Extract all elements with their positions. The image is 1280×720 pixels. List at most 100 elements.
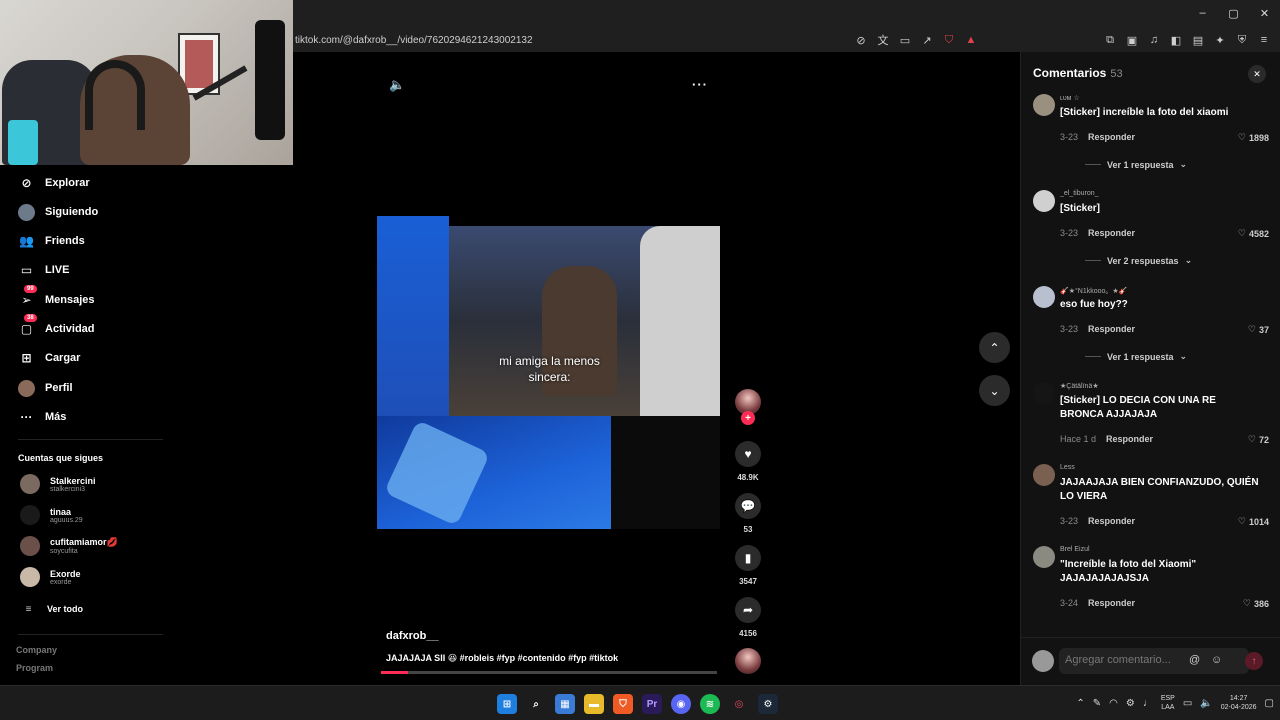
headset-icon[interactable]: ◠ — [1109, 698, 1118, 709]
file-explorer-icon[interactable]: ▬ — [584, 694, 604, 714]
view-replies-button[interactable]: Ver 1 respuesta ⌄ — [1085, 351, 1187, 362]
like-action[interactable]: ♥ 48.9K — [731, 441, 765, 482]
obs-icon[interactable]: ◎ — [729, 694, 749, 714]
premiere-pro-icon[interactable]: Pr — [642, 694, 662, 714]
comment-like-button[interactable]: ♡ 1014 — [1238, 516, 1269, 527]
comment-like-button[interactable]: ♡ 37 — [1248, 324, 1269, 335]
pen-icon[interactable]: ✎ — [1093, 698, 1101, 709]
follow-plus-button[interactable]: + — [741, 411, 755, 425]
following-account[interactable]: cufitamiamor💋 soycufita — [20, 533, 118, 559]
leo-ai-icon[interactable]: ✦ — [1212, 32, 1228, 48]
media-icon[interactable]: ♫ — [1146, 32, 1162, 48]
video-author[interactable]: dafxrob__ — [386, 630, 439, 642]
extensions-icon[interactable]: ⧉ — [1102, 32, 1118, 48]
menu-icon[interactable]: ≡ — [1256, 32, 1272, 48]
comment-like-button[interactable]: ♡ 72 — [1248, 434, 1269, 445]
comment-user[interactable]: ʟᴜᴍ ☆ — [1060, 94, 1080, 102]
emoji-icon[interactable]: ☺ — [1211, 654, 1222, 666]
share-icon[interactable]: ↗ — [919, 32, 935, 48]
following-account[interactable]: Stalkercini stalkercini3 — [20, 471, 96, 497]
more-options-icon[interactable]: ··· — [692, 77, 708, 92]
following-account[interactable]: tinaa aguuus.29 — [20, 502, 83, 528]
brave-rewards-icon[interactable]: ▲ — [963, 32, 979, 48]
sound-avatar[interactable] — [735, 648, 761, 674]
sidebar-item-mensajes[interactable]: ➢ 99 Mensajes — [18, 284, 95, 311]
send-comment-button[interactable]: ↑ — [1245, 652, 1263, 670]
network-icon[interactable]: ▭ — [1183, 698, 1192, 709]
comment-user[interactable]: _el_tiburon_ — [1060, 190, 1099, 197]
heart-icon[interactable]: ♥ — [735, 441, 761, 467]
reply-button[interactable]: Responder — [1088, 228, 1135, 238]
notifications-icon[interactable]: ▢ — [1265, 698, 1274, 709]
minimize-button[interactable]: – — [1187, 0, 1218, 26]
share-action[interactable]: ➦ 4156 — [731, 597, 765, 638]
reply-button[interactable]: Responder — [1106, 434, 1153, 444]
reply-button[interactable]: Responder — [1088, 598, 1135, 608]
photos-app-icon[interactable]: ▦ — [555, 694, 575, 714]
previous-video-button[interactable]: ⌃ — [979, 332, 1010, 363]
comment-user[interactable]: Less — [1060, 464, 1075, 471]
cast-icon[interactable]: ▭ — [897, 32, 913, 48]
steam-tray-icon[interactable]: ⚙ — [1126, 698, 1135, 709]
comment-user[interactable]: ★Çätälïnä★ — [1060, 382, 1099, 390]
screenshot-icon[interactable]: ▣ — [1124, 32, 1140, 48]
sidebar-toggle-icon[interactable]: ◧ — [1168, 32, 1184, 48]
view-replies-button[interactable]: Ver 2 respuestas ⌄ — [1085, 255, 1192, 266]
sidebar-item-friends[interactable]: 👥 Friends — [18, 230, 85, 252]
discord-icon[interactable]: ◉ — [671, 694, 691, 714]
sidebar-item-perfil[interactable]: Perfil — [18, 377, 73, 399]
avatar[interactable] — [1033, 190, 1055, 212]
sidebar-item-cargar[interactable]: ⊞ Cargar — [18, 347, 80, 369]
avatar[interactable] — [1033, 464, 1055, 486]
comment-icon[interactable]: 💬 — [735, 493, 761, 519]
brave-shields-icon[interactable]: ⛉ — [941, 32, 957, 48]
footer-link-program[interactable]: Program — [16, 663, 53, 673]
maximize-button[interactable]: ▢ — [1218, 0, 1249, 26]
steam-icon[interactable]: ⚙ — [758, 694, 778, 714]
comment-like-button[interactable]: ♡ 4582 — [1238, 228, 1269, 239]
view-replies-button[interactable]: Ver 1 respuesta ⌄ — [1085, 159, 1187, 170]
search-icon[interactable]: ⌕ — [526, 694, 546, 714]
next-video-button[interactable]: ⌄ — [979, 375, 1010, 406]
bookmark-icon[interactable]: ▮ — [735, 545, 761, 571]
sidebar-item-actividad[interactable]: ▢ 38 Actividad — [18, 313, 95, 340]
comment-like-button[interactable]: ♡ 1898 — [1238, 132, 1269, 143]
video-player[interactable]: mi amiga la menos sincera: — [377, 208, 720, 538]
video-progress-bar[interactable] — [381, 671, 717, 674]
avatar[interactable] — [1033, 286, 1055, 308]
comment-like-button[interactable]: ♡ 386 — [1243, 598, 1269, 609]
comment-user[interactable]: Brel Eizul — [1060, 546, 1090, 553]
footer-link-company[interactable]: Company — [16, 645, 57, 655]
windows-start-icon[interactable]: ⊞ — [497, 694, 517, 714]
sidebar-item-live[interactable]: ▭ LIVE — [18, 259, 70, 281]
spotify-icon[interactable]: ≋ — [700, 694, 720, 714]
avatar[interactable] — [1033, 94, 1055, 116]
avatar[interactable] — [1033, 546, 1055, 568]
mention-icon[interactable]: @ — [1189, 654, 1200, 666]
reply-button[interactable]: Responder — [1088, 324, 1135, 334]
clock[interactable]: 14:27 02-04-2026 — [1221, 694, 1257, 712]
avatar[interactable] — [1033, 382, 1055, 404]
input-language[interactable]: ESP LAA — [1161, 694, 1175, 712]
save-action[interactable]: ▮ 3547 — [731, 545, 765, 586]
see-all-button[interactable]: ≡ Ver todo — [20, 596, 83, 622]
comment-action[interactable]: 💬 53 — [731, 493, 765, 534]
comment-user[interactable]: 🎸★°N1kkooo。★🎸 — [1060, 286, 1127, 296]
vpn-icon[interactable]: ⛨ — [1234, 32, 1250, 48]
close-window-button[interactable]: ✕ — [1249, 0, 1280, 26]
reply-button[interactable]: Responder — [1088, 516, 1135, 526]
mute-tab-icon[interactable]: ⊘ — [853, 32, 869, 48]
wallet-icon[interactable]: ▤ — [1190, 32, 1206, 48]
close-comments-button[interactable]: ✕ — [1248, 65, 1266, 83]
translate-icon[interactable]: 文 — [875, 32, 891, 48]
volume-tray-icon[interactable]: 🔈 — [1200, 698, 1212, 709]
sidebar-item-siguiendo[interactable]: Siguiendo — [18, 201, 98, 223]
brave-browser-icon[interactable]: ⛉ — [613, 694, 633, 714]
share-arrow-icon[interactable]: ➦ — [735, 597, 761, 623]
address-bar[interactable]: tiktok.com/@dafxrob__/video/762029462124… — [293, 35, 533, 46]
chevron-up-icon[interactable]: ⌃ — [1076, 698, 1084, 709]
reply-button[interactable]: Responder — [1088, 132, 1135, 142]
sidebar-item-mas[interactable]: ··· Más — [18, 406, 67, 428]
microphone-icon[interactable]: ♩ — [1143, 698, 1153, 709]
sidebar-item-explorar[interactable]: ⊘ Explorar — [18, 172, 89, 194]
